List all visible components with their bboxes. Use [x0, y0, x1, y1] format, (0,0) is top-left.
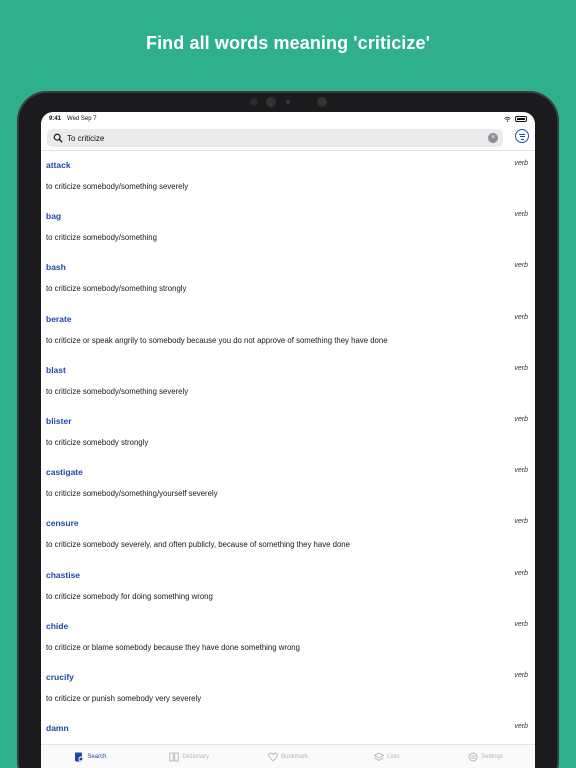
tab-label: Settings: [481, 753, 503, 760]
results-list: attack verb to criticize somebody/someth…: [41, 151, 535, 765]
list-item[interactable]: blast verb to criticize somebody/somethi…: [41, 356, 535, 407]
list-item[interactable]: bash verb to criticize somebody/somethin…: [41, 253, 535, 304]
entry-word: chastise: [46, 569, 81, 580]
tab-lists[interactable]: Lists: [337, 745, 436, 768]
list-item[interactable]: crucify verb to criticize or punish some…: [41, 663, 535, 714]
entry-definition: to criticize somebody for doing somethin…: [46, 591, 213, 601]
status-icons: [504, 116, 527, 122]
app-screen: 9:41 Wed Sep 7 × attack: [41, 112, 535, 768]
entry-definition: to criticize or punish somebody very sev…: [46, 693, 202, 703]
entry-part-of-speech: verb: [514, 620, 528, 628]
indicator-icon: [286, 100, 290, 104]
entry-word: damn: [46, 723, 69, 734]
camera-bar: [248, 97, 328, 107]
list-item[interactable]: blister verb to criticize somebody stron…: [41, 407, 535, 458]
status-time: 9:41: [49, 116, 62, 122]
search-icon: [53, 133, 63, 143]
entry-part-of-speech: verb: [514, 518, 528, 526]
heart-icon: [268, 752, 278, 762]
entry-part-of-speech: verb: [514, 415, 528, 423]
entry-definition: to criticize somebody/something/yourself…: [46, 489, 218, 499]
entry-part-of-speech: verb: [514, 569, 528, 577]
tab-label: Dictionary: [182, 753, 210, 760]
tab-bookmark[interactable]: Bookmark: [239, 745, 338, 768]
list-item[interactable]: chastise verb to criticize somebody for …: [41, 561, 535, 612]
entry-definition: to criticize or blame somebody because t…: [46, 642, 300, 652]
entry-definition: to criticize somebody strongly: [46, 437, 149, 447]
entry-definition: to criticize somebody severely, and ofte…: [46, 540, 350, 550]
entry-word: berate: [46, 313, 72, 324]
list-item[interactable]: chide verb to criticize or blame somebod…: [41, 612, 535, 663]
entry-word: crucify: [46, 671, 74, 682]
entry-word: blast: [46, 364, 66, 375]
entry-word: chide: [46, 620, 69, 631]
headline: Find all words meaning 'criticize': [145, 33, 431, 53]
search-icon: [75, 752, 84, 761]
tab-dictionary[interactable]: Dictionary: [140, 745, 239, 768]
entry-word: censure: [46, 518, 79, 529]
entry-part-of-speech: verb: [514, 160, 528, 167]
entry-word: bag: [46, 211, 62, 222]
tab-settings[interactable]: Settings: [436, 745, 535, 768]
entry-part-of-speech: verb: [514, 211, 528, 219]
entry-part-of-speech: verb: [514, 313, 528, 321]
entry-definition: to criticize somebody/something severely: [46, 182, 189, 191]
entry-part-of-speech: verb: [514, 364, 528, 372]
search-input[interactable]: [67, 133, 467, 143]
wifi-icon: [504, 116, 511, 122]
entry-part-of-speech: verb: [514, 262, 528, 270]
entry-word: blister: [46, 415, 72, 426]
dictionary-icon: [169, 752, 179, 761]
search-bar[interactable]: ×: [47, 129, 503, 147]
clear-icon[interactable]: ×: [488, 133, 498, 143]
entry-part-of-speech: verb: [514, 723, 528, 731]
entry-part-of-speech: verb: [514, 467, 528, 475]
entry-definition: to criticize somebody/something severely: [46, 386, 189, 396]
entry-definition: to criticize somebody/something strongly: [46, 284, 187, 294]
entry-definition: to criticize or speak angrily to somebod…: [46, 335, 388, 345]
tab-label: Search: [87, 753, 107, 760]
tab-label: Bookmark: [280, 753, 308, 760]
tab-search[interactable]: Search: [41, 745, 140, 768]
list-item[interactable]: castigate verb to criticize somebody/som…: [41, 458, 535, 509]
sensor-icon: [317, 97, 327, 107]
list-item[interactable]: censure verb to criticize somebody sever…: [41, 509, 535, 560]
filter-icon[interactable]: [515, 129, 529, 143]
status-date: Wed Sep 7: [67, 116, 97, 122]
sensor-icon: [250, 98, 258, 106]
entry-word: castigate: [46, 467, 83, 478]
settings-icon: [468, 752, 478, 761]
list-item[interactable]: attack verb to criticize somebody/someth…: [41, 151, 535, 202]
battery-icon: [515, 116, 527, 122]
tab-label: Lists: [387, 753, 400, 760]
entry-part-of-speech: verb: [514, 671, 528, 679]
camera-icon: [266, 97, 276, 107]
list-item[interactable]: berate verb to criticize or speak angril…: [41, 305, 535, 356]
search-row: ×: [41, 126, 535, 150]
layers-icon: [374, 751, 385, 761]
tab-bar: Search Dictionary Bookmark Lists Setting…: [41, 744, 535, 768]
entry-word: attack: [46, 160, 71, 170]
list-item[interactable]: bag verb to criticize somebody/something: [41, 202, 535, 253]
status-bar: 9:41 Wed Sep 7: [41, 112, 535, 126]
entry-word: bash: [46, 262, 66, 273]
entry-definition: to criticize somebody/something: [46, 233, 157, 243]
